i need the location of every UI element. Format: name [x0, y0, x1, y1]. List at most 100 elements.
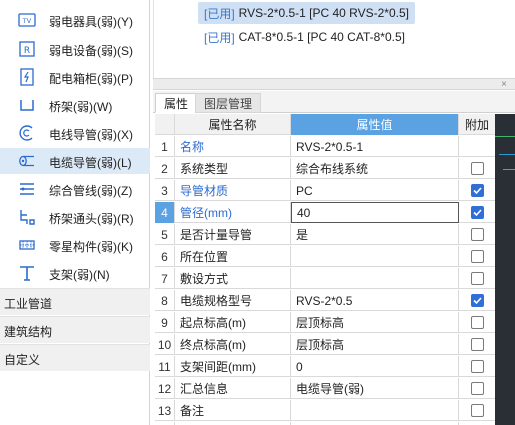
property-row[interactable]: 1 名称 RVS-2*0.5-1	[155, 136, 495, 157]
svg-text:TV: TV	[22, 17, 32, 25]
property-row[interactable]: 7 敷设方式	[155, 268, 495, 289]
add-cell	[459, 246, 495, 267]
row-number: 4	[155, 202, 175, 223]
add-checkbox[interactable]	[470, 228, 484, 241]
property-name-text: 终点标高(m)	[180, 338, 246, 352]
property-value[interactable]: PC	[291, 180, 459, 201]
property-row[interactable]: 9 起点标高(m) 层顶标高	[155, 312, 495, 333]
property-value[interactable]: 是	[291, 224, 459, 245]
property-name-text: 所在位置	[180, 250, 229, 264]
sidebar-item-bracket[interactable]: 支架(弱)(N)	[0, 260, 150, 286]
sidebar-item-label: 弱电器具(弱)(Y)	[49, 15, 133, 29]
header-num	[155, 114, 175, 135]
add-cell	[459, 202, 495, 223]
category-industrial-pipeline[interactable]: 工业管道	[0, 288, 150, 315]
sidebar-item-cable-tray[interactable]: 桥架(弱)(W)	[0, 92, 150, 118]
add-checkbox[interactable]	[470, 360, 484, 373]
add-checkbox[interactable]	[470, 184, 484, 197]
used-tag: [已用]	[204, 30, 235, 45]
property-row[interactable]: 3 导管材质 PC	[155, 180, 495, 201]
property-value[interactable]	[291, 400, 459, 421]
add-checkbox[interactable]	[470, 206, 484, 219]
property-row[interactable]: 11 支架间距(mm) 0	[155, 356, 495, 377]
sidebar-item-label: 弱电设备(弱)(S)	[49, 44, 133, 58]
sidebar-item-weak-appliance[interactable]: TV 弱电器具(弱)(Y)	[0, 7, 150, 33]
add-checkbox[interactable]	[470, 404, 484, 417]
sidebar-item-label: 桥架(弱)(W)	[49, 100, 113, 114]
property-name-text: 导管材质	[180, 184, 229, 198]
row-number: 2	[155, 158, 175, 179]
property-name-text: 系统类型	[180, 162, 229, 176]
property-value[interactable]	[291, 246, 459, 267]
cable-list-item[interactable]: [已用] CAT-8*0.5-1 [PC 40 CAT-8*0.5]	[198, 26, 411, 48]
category-label: 工业管道	[4, 297, 53, 311]
panel-splitter[interactable]: ×	[153, 78, 515, 90]
property-name: 系统类型	[175, 158, 291, 179]
property-name: 管径(mm)	[175, 202, 291, 223]
drawing-canvas-edge	[495, 114, 515, 425]
add-cell	[459, 312, 495, 333]
property-row[interactable]: 5 是否计量导管 是	[155, 224, 495, 245]
property-row[interactable]: 8 电缆规格型号 RVS-2*0.5	[155, 290, 495, 311]
cable-list-item[interactable]: [已用] RVS-2*0.5-1 [PC 40 RVS-2*0.5]	[198, 2, 415, 24]
property-value[interactable]: 综合布线系统	[291, 158, 459, 179]
sidebar-item-cable-conduit[interactable]: 电缆导管(弱)(L)	[0, 148, 150, 174]
svg-text:R: R	[24, 46, 30, 56]
sidebar-item-misc-component[interactable]: 零星构件(弱)(K)	[0, 232, 150, 258]
distribution-box-icon	[18, 68, 36, 86]
add-cell	[459, 136, 495, 157]
add-checkbox[interactable]	[470, 382, 484, 395]
cable-tray-icon	[18, 96, 36, 114]
property-name-text: 支架间距(mm)	[180, 360, 256, 374]
tab-layer-management[interactable]: 图层管理	[195, 93, 262, 113]
add-checkbox[interactable]	[470, 272, 484, 285]
sidebar-item-integrated-pipeline[interactable]: 综合管线(弱)(Z)	[0, 176, 150, 202]
row-number: 8	[155, 290, 175, 311]
property-row[interactable]: 4 管径(mm) 40	[155, 202, 495, 223]
property-name-text: 敷设方式	[180, 272, 229, 286]
property-value-input[interactable]: 40	[291, 202, 459, 223]
add-cell	[459, 400, 495, 421]
property-name: 备注	[175, 400, 291, 421]
tab-properties[interactable]: 属性	[155, 93, 198, 113]
add-checkbox[interactable]	[470, 294, 484, 307]
property-row[interactable]: 10 终点标高(m) 层顶标高	[155, 334, 495, 355]
category-building-structure[interactable]: 建筑结构	[0, 316, 150, 343]
add-checkbox[interactable]	[470, 162, 484, 175]
row-number: 1	[155, 136, 175, 157]
property-row[interactable]: 12 汇总信息 电缆导管(弱)	[155, 378, 495, 399]
property-name-text: 备注	[180, 404, 205, 418]
property-name-text: 是否计量导管	[180, 228, 253, 242]
bracket-icon	[18, 264, 36, 282]
property-name: 所在位置	[175, 246, 291, 267]
tray-fitting-icon	[18, 208, 36, 226]
row-number: 9	[155, 312, 175, 333]
sidebar-item-weak-device[interactable]: R 弱电设备(弱)(S)	[0, 36, 150, 62]
property-value[interactable]: 0	[291, 356, 459, 377]
wire-conduit-icon	[18, 124, 36, 142]
component-sidebar: TV 弱电器具(弱)(Y) R 弱电设备(弱)(S) 配电箱柜(弱)(P) 桥架…	[0, 0, 150, 425]
property-value[interactable]: 层顶标高	[291, 334, 459, 355]
close-icon[interactable]: ×	[501, 79, 507, 90]
property-row[interactable]: 13 备注	[155, 400, 495, 421]
sidebar-item-distribution-box[interactable]: 配电箱柜(弱)(P)	[0, 64, 150, 90]
row-number: 6	[155, 246, 175, 267]
sidebar-item-tray-fitting[interactable]: 桥架通头(弱)(R)	[0, 204, 150, 230]
add-checkbox[interactable]	[470, 338, 484, 351]
property-row[interactable]: 2 系统类型 综合布线系统	[155, 158, 495, 179]
add-checkbox[interactable]	[470, 316, 484, 329]
property-value[interactable]: 层顶标高	[291, 312, 459, 333]
property-value[interactable]	[291, 268, 459, 289]
add-cell	[459, 224, 495, 245]
sidebar-item-wire-conduit[interactable]: 电线导管(弱)(X)	[0, 120, 150, 146]
header-property-name: 属性名称	[175, 114, 291, 135]
row-number: 12	[155, 378, 175, 399]
add-checkbox[interactable]	[470, 250, 484, 263]
property-value[interactable]: RVS-2*0.5-1	[291, 136, 459, 157]
property-row[interactable]: 6 所在位置	[155, 246, 495, 267]
category-custom[interactable]: 自定义	[0, 344, 150, 371]
add-cell	[459, 378, 495, 399]
row-number: 11	[155, 356, 175, 377]
property-value[interactable]: RVS-2*0.5	[291, 290, 459, 311]
property-value[interactable]: 电缆导管(弱)	[291, 378, 459, 399]
